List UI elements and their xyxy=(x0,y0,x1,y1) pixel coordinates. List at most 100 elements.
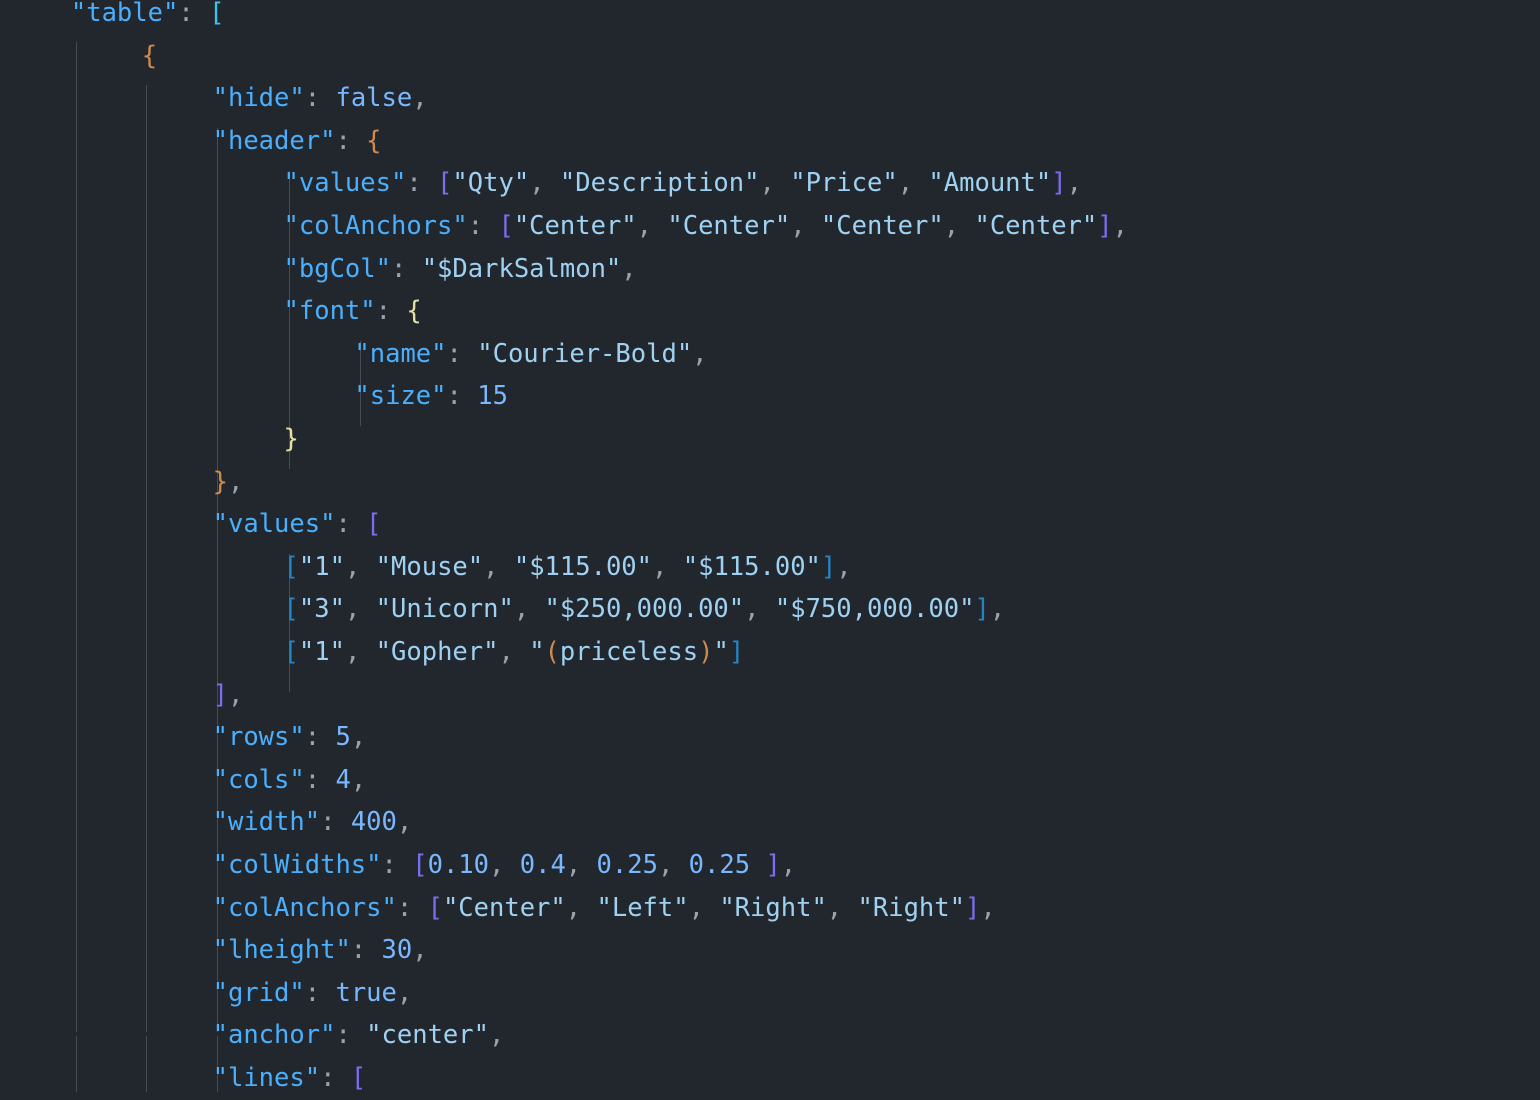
code-token: "colAnchors" xyxy=(212,892,397,923)
code-token: , xyxy=(513,594,530,625)
code-line[interactable]: "lines": [ xyxy=(0,1057,367,1100)
code-token: } xyxy=(283,424,299,454)
code-token: [ xyxy=(350,1063,367,1093)
code-line[interactable]: "colAnchors": ["Center", "Left", "Right"… xyxy=(0,887,996,930)
code-line[interactable]: "values": ["Qty", "Description", "Price"… xyxy=(0,162,1082,205)
code-token: "Mouse" xyxy=(375,551,484,582)
code-line[interactable]: { xyxy=(0,35,157,78)
code-token: , xyxy=(412,83,428,114)
code-token: , xyxy=(759,168,775,199)
code-token: , xyxy=(989,594,1006,625)
code-token: "Center" xyxy=(442,892,566,923)
code-line[interactable]: "table": [ xyxy=(0,0,225,35)
code-line[interactable]: "colAnchors": ["Center", "Center", "Cent… xyxy=(0,205,1129,248)
code-token: , xyxy=(227,679,244,710)
code-token: "Description" xyxy=(559,168,760,199)
code-line[interactable]: ["1", "Mouse", "$115.00", "$115.00"], xyxy=(0,546,852,589)
code-token: [ xyxy=(437,168,453,199)
code-token: 0.25 xyxy=(596,850,658,880)
code-token: , xyxy=(943,211,960,241)
code-token: : xyxy=(304,977,321,1008)
code-token: { xyxy=(141,40,158,71)
code-token: , xyxy=(652,551,668,582)
code-line[interactable]: "values": [ xyxy=(0,503,382,546)
code-line[interactable]: "bgCol": "$DarkSalmon", xyxy=(0,248,637,291)
code-token: , xyxy=(498,637,514,667)
code-token: 0.25 xyxy=(688,850,751,880)
code-line[interactable]: "header": { xyxy=(0,120,382,163)
code-token: [ xyxy=(283,637,299,667)
code-token: , xyxy=(344,594,361,625)
code-line[interactable]: } xyxy=(0,418,299,461)
code-token: [ xyxy=(283,551,299,582)
code-token: 5 xyxy=(335,722,351,753)
code-token: "$750,000.00" xyxy=(774,594,975,625)
code-line[interactable]: "lheight": 30, xyxy=(0,929,428,972)
code-token: 15 xyxy=(477,381,508,412)
code-lines-container[interactable]: "table": [{"hide": false, "header": {"val… xyxy=(0,0,1540,1093)
code-token: : xyxy=(335,1020,351,1051)
code-token: : xyxy=(467,211,484,241)
code-token: : xyxy=(375,296,391,327)
code-line[interactable]: "font": { xyxy=(0,290,422,333)
code-line[interactable]: "anchor": "center", xyxy=(0,1014,505,1057)
code-token: , xyxy=(344,551,361,582)
code-line[interactable]: "name": "Courier-Bold", xyxy=(0,333,707,376)
code-token: [ xyxy=(427,892,443,923)
code-token: ] xyxy=(1051,168,1067,199)
code-line[interactable]: ["3", "Unicorn", "$250,000.00", "$750,00… xyxy=(0,588,1006,631)
code-token: : xyxy=(396,892,413,923)
code-token: ] xyxy=(820,551,837,582)
code-line[interactable]: ], xyxy=(0,674,244,717)
code-line[interactable]: "hide": false, xyxy=(0,77,428,120)
code-token: , xyxy=(1112,211,1129,241)
code-token: ] xyxy=(1097,211,1113,241)
code-token: { xyxy=(366,125,382,156)
code-token: { xyxy=(406,296,422,327)
code-line[interactable]: "width": 400, xyxy=(0,801,413,844)
code-line[interactable]: "size": 15 xyxy=(0,375,508,418)
code-token: : xyxy=(446,381,462,412)
code-token: , xyxy=(826,892,843,923)
code-line[interactable]: }, xyxy=(0,461,244,504)
code-line[interactable]: "cols": 4, xyxy=(0,759,367,802)
code-token: : xyxy=(304,764,321,795)
code-token: "$250,000.00" xyxy=(544,594,745,625)
code-line[interactable]: "colWidths": [0.10, 0.4, 0.25, 0.25 ], xyxy=(0,844,797,887)
code-line[interactable]: "grid": true, xyxy=(0,972,413,1015)
code-token: "header" xyxy=(212,125,336,156)
code-token: "values" xyxy=(283,168,407,199)
code-token: "bgCol" xyxy=(283,253,391,284)
code-token: : xyxy=(381,850,397,880)
code-token: , xyxy=(489,1020,505,1051)
code-line[interactable]: "rows": 5, xyxy=(0,716,367,759)
code-editor-pane[interactable]: "table": [{"hide": false, "header": {"val… xyxy=(0,0,1540,1093)
code-token: , xyxy=(565,892,582,923)
code-line[interactable]: ["1", "Gopher", "(priceless)"] xyxy=(0,631,745,674)
code-token: , xyxy=(396,807,413,838)
code-token: ] xyxy=(964,892,981,923)
